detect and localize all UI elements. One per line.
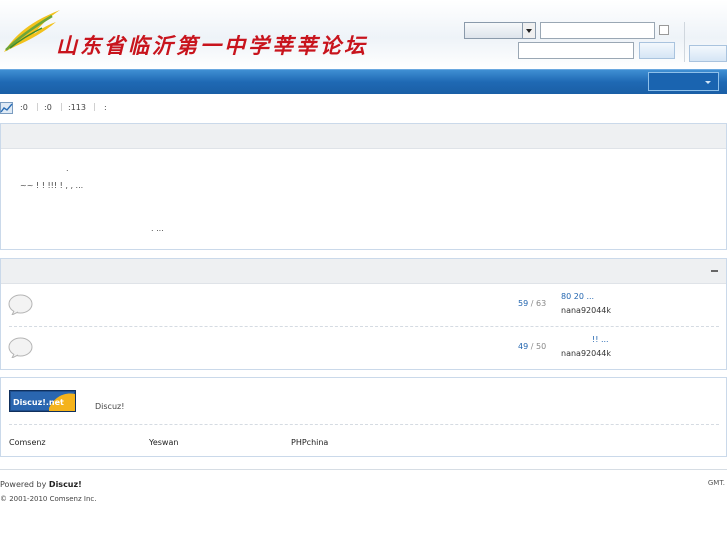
stat-separator: |	[36, 102, 39, 111]
forum-status-icon	[8, 294, 33, 315]
forum-counts: 59 / 63	[518, 299, 547, 308]
remember-checkbox[interactable]	[659, 25, 669, 35]
row-divider	[9, 326, 719, 327]
stat-separator: |	[93, 102, 96, 111]
site-title: 山东省临沂第一中学莘莘论坛	[56, 33, 368, 58]
last-post-author[interactable]: nana92044k	[561, 349, 611, 358]
collapse-icon[interactable]	[711, 270, 718, 272]
announcement-line: .	[66, 164, 69, 173]
forum-counts: 49 / 50	[518, 342, 547, 351]
forum-category-header	[1, 259, 726, 284]
announcement-line: . ...	[151, 224, 164, 233]
chevron-down-icon	[705, 81, 711, 84]
last-post-title[interactable]: 80 20 ...	[561, 292, 594, 301]
header-divider	[684, 22, 685, 62]
last-post-title[interactable]: !! ...	[592, 335, 609, 344]
stat-members: :	[104, 103, 107, 112]
forum-list-panel: 59 / 63 80 20 ... nana92044k 49 / 50 !! …	[0, 258, 727, 370]
chevron-down-icon	[522, 23, 535, 38]
forum-status-icon	[8, 337, 33, 358]
row-divider	[9, 424, 719, 425]
announcement-header	[1, 124, 726, 149]
site-logo[interactable]: 山东省临沂第一中学莘莘论坛	[2, 6, 365, 58]
forum-row[interactable]: 49 / 50 !! ... nana92044k	[1, 328, 727, 372]
stat-today: :0	[20, 103, 28, 112]
discuz-link[interactable]: Discuz!	[49, 480, 82, 489]
announcement-line: ~~ ! ! !!! ! , , ...	[20, 181, 84, 190]
friend-link[interactable]: PHPchina	[291, 438, 328, 447]
stat-separator: |	[60, 102, 63, 111]
chart-icon	[0, 102, 13, 114]
password-input[interactable]	[518, 42, 634, 59]
stat-yesterday: :0	[44, 103, 52, 112]
header: 山东省临沂第一中学莘莘论坛	[0, 0, 727, 69]
forum-stats: :0 | :0 | :113 | :	[0, 101, 727, 115]
username-input[interactable]	[540, 22, 655, 39]
powered-by: Powered by Discuz!	[0, 480, 82, 489]
nav-dropdown-menu[interactable]	[648, 72, 719, 91]
discuz-logo-text: Discuz!.net	[13, 398, 64, 407]
stat-posts: :113	[68, 103, 86, 112]
last-post-author[interactable]: nana92044k	[561, 306, 611, 315]
main-nav	[0, 69, 727, 94]
login-button[interactable]	[639, 42, 675, 59]
copyright: © 2001-2010 Comsenz Inc.	[0, 495, 97, 503]
links-description: Discuz!	[95, 402, 125, 411]
friend-links-panel: Discuz!.net Discuz! Comsenz Yeswan PHPch…	[0, 377, 727, 457]
footer-divider	[0, 469, 727, 470]
forum-row[interactable]: 59 / 63 80 20 ... nana92044k	[1, 285, 727, 329]
announcement-panel: . ~~ ! ! !!! ! , , ... . ...	[0, 123, 727, 250]
friend-link[interactable]: Comsenz	[9, 438, 46, 447]
register-button[interactable]	[689, 45, 727, 62]
login-type-select[interactable]	[464, 22, 536, 39]
timezone-note: GMT.	[707, 479, 725, 487]
discuz-logo[interactable]: Discuz!.net	[9, 390, 76, 412]
feather-quill-icon	[4, 10, 60, 52]
friend-link[interactable]: Yeswan	[149, 438, 178, 447]
